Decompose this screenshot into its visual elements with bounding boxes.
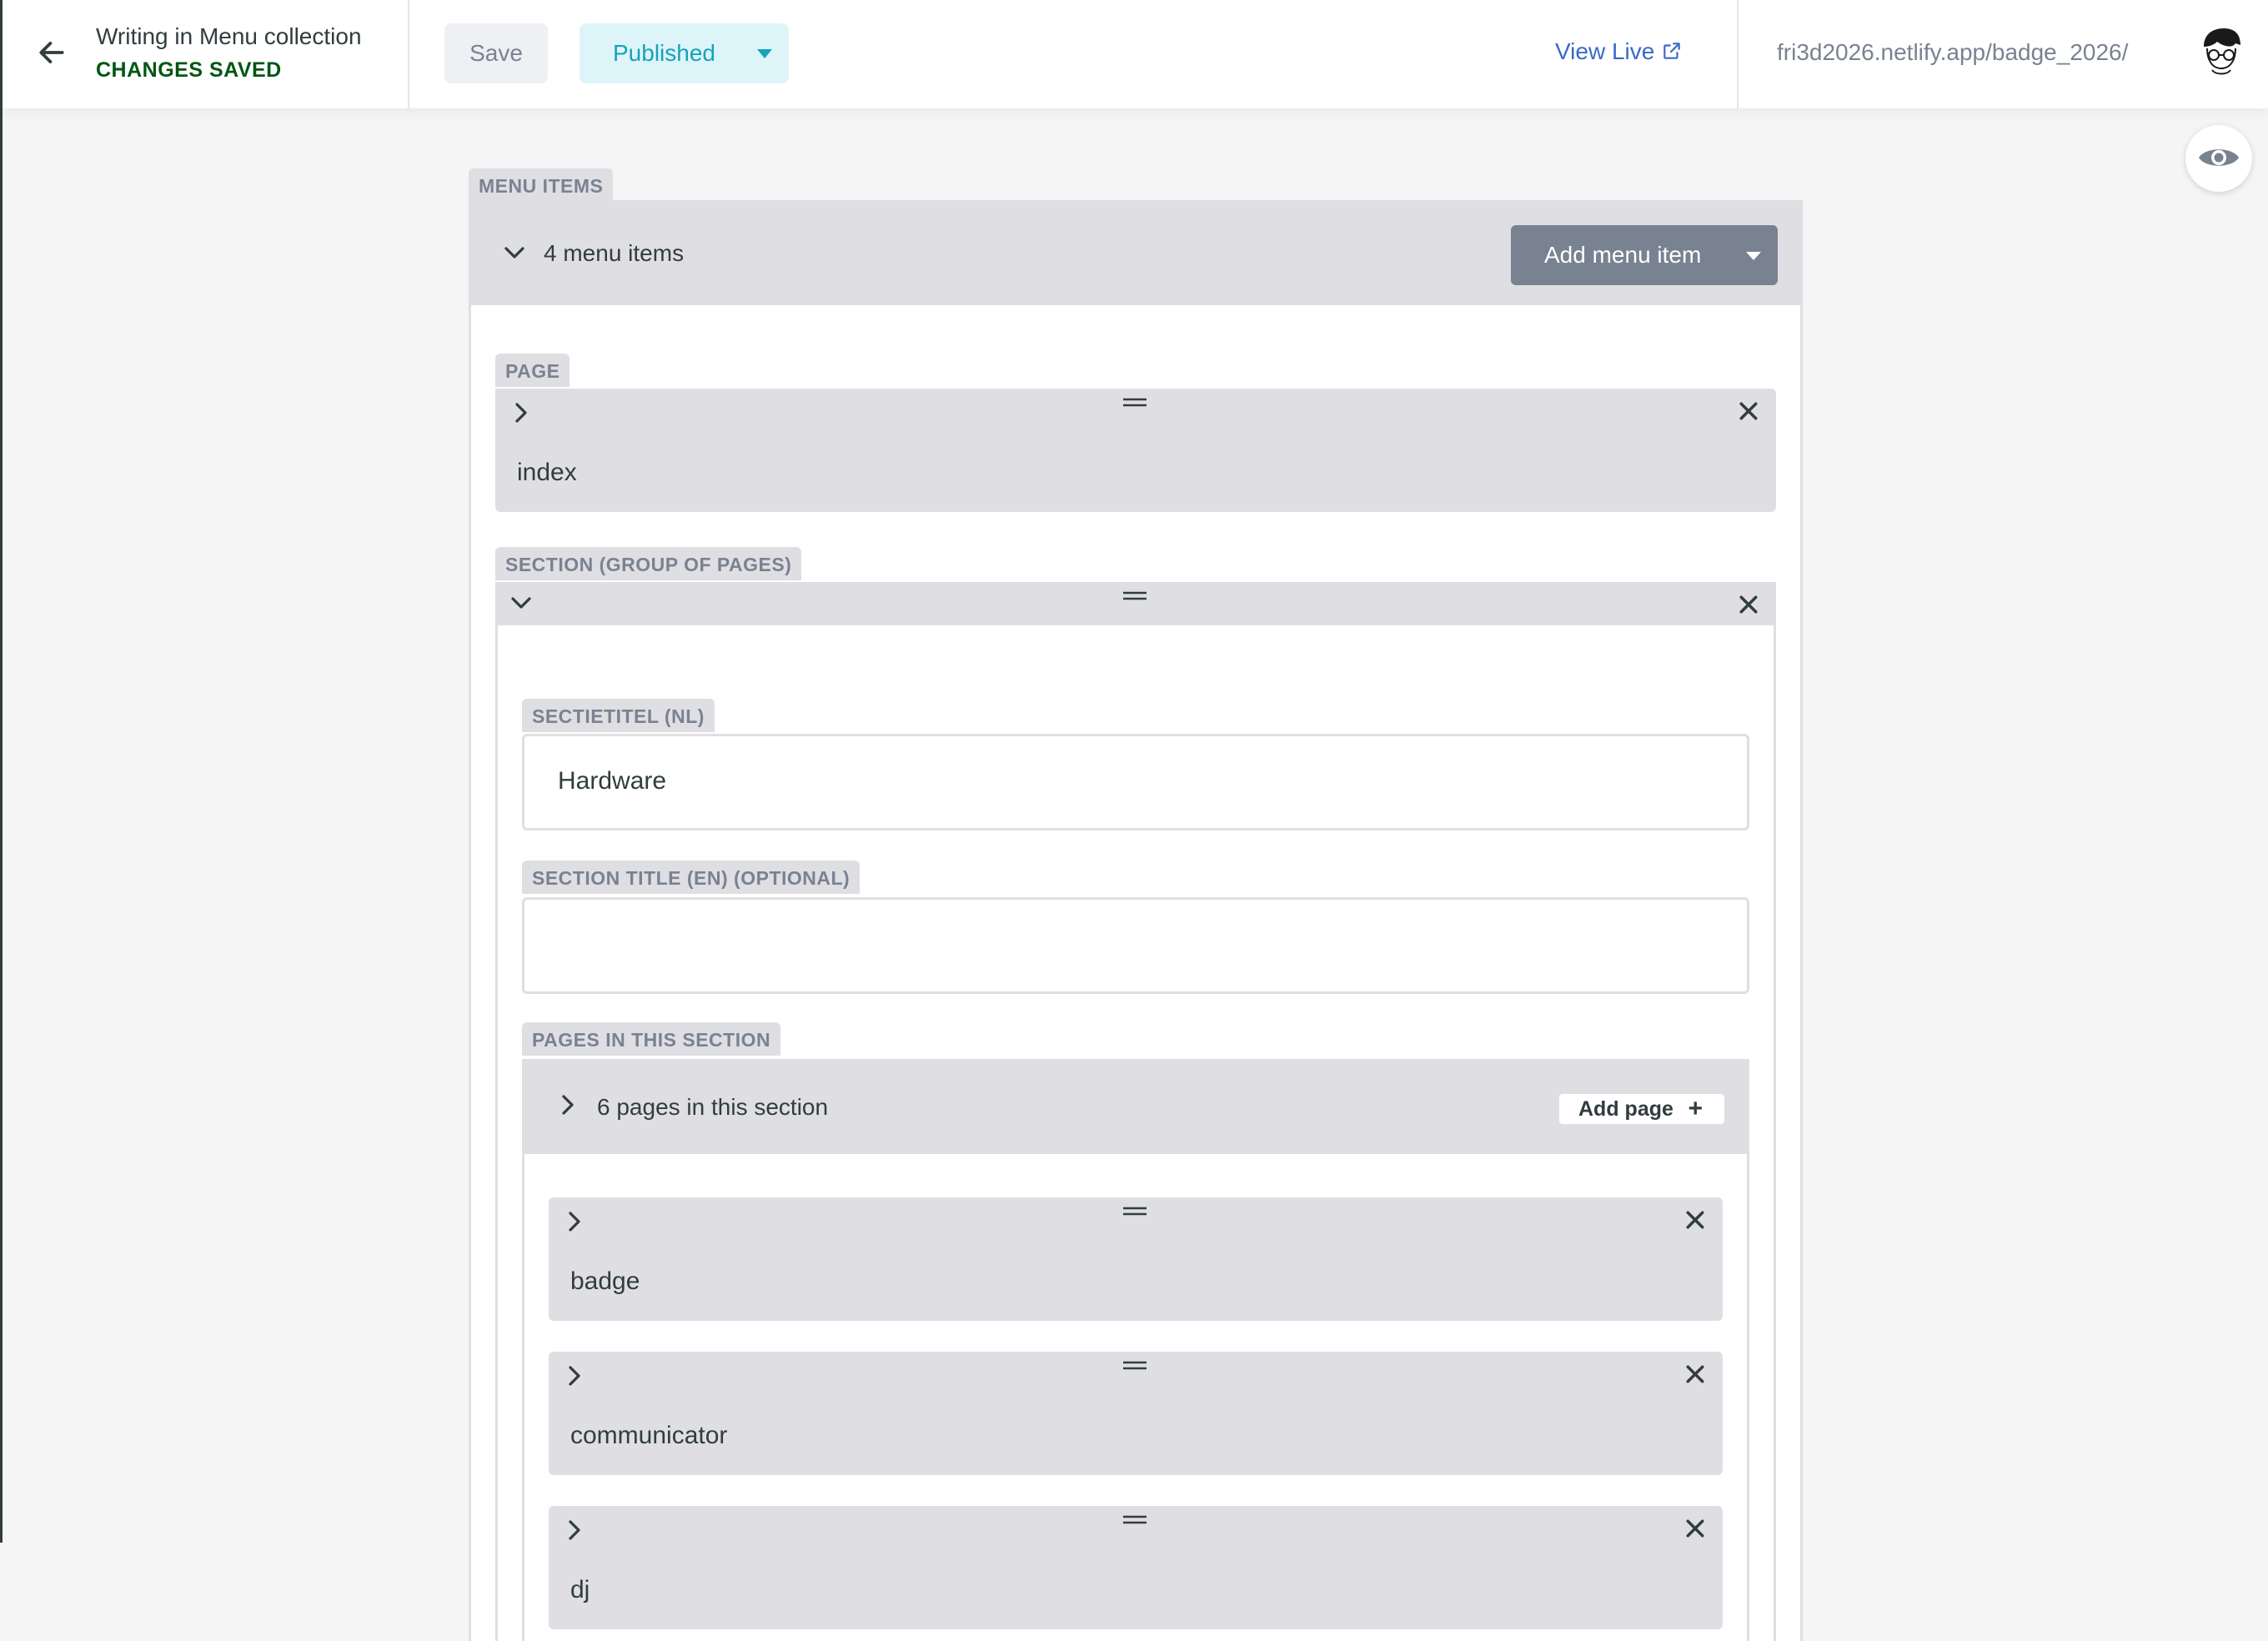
- section-page-item[interactable]: badge: [549, 1197, 1723, 1321]
- pages-in-section-label: PAGES IN THIS SECTION: [522, 1022, 781, 1056]
- menu-item-page[interactable]: index: [495, 389, 1776, 512]
- menu-items-label: MENU ITEMS: [469, 168, 614, 202]
- drag-handle-icon[interactable]: [1122, 1360, 1147, 1372]
- topbar-divider: [1737, 0, 1739, 108]
- avatar-icon[interactable]: [2199, 27, 2244, 77]
- section-title-en-input[interactable]: [522, 897, 1749, 994]
- add-menu-item-label: Add menu item: [1544, 242, 1702, 268]
- arrow-left-icon: [39, 42, 64, 63]
- chevron-down-icon[interactable]: [509, 590, 534, 615]
- save-button[interactable]: Save: [444, 23, 548, 83]
- toggle-preview-button[interactable]: [2185, 125, 2252, 192]
- caret-down-icon: [757, 49, 772, 58]
- menu-items-count: 4 menu items: [544, 240, 685, 266]
- close-icon[interactable]: [1736, 592, 1761, 617]
- page-item-name: communicator: [570, 1422, 728, 1449]
- eye-icon: [2199, 149, 2239, 166]
- window-edge: [0, 108, 3, 1543]
- section-page-item[interactable]: dj: [549, 1506, 1723, 1629]
- chevron-right-icon[interactable]: [509, 400, 534, 425]
- caret-down-icon: [1746, 252, 1761, 260]
- chevron-right-icon[interactable]: [562, 1363, 587, 1388]
- external-link-icon: [1663, 43, 1681, 59]
- menu-item-summary: index: [517, 459, 577, 486]
- add-page-button[interactable]: Add page +: [1559, 1094, 1724, 1124]
- view-live-link[interactable]: View Live: [1555, 38, 1683, 65]
- page-item-name: dj: [570, 1576, 590, 1603]
- drag-handle-icon[interactable]: [1122, 1514, 1147, 1526]
- plus-icon: +: [1688, 1095, 1703, 1122]
- publish-status-dropdown[interactable]: Published: [580, 23, 789, 83]
- section-page-item[interactable]: communicator: [549, 1352, 1723, 1475]
- save-status: CHANGES SAVED: [96, 58, 282, 82]
- section-title-en-label: SECTION TITLE (EN) (OPTIONAL): [522, 861, 861, 894]
- section-item-type-label: SECTION (GROUP OF PAGES): [495, 547, 802, 580]
- section-title-nl-input[interactable]: Hardware: [522, 734, 1749, 831]
- view-live-label: View Live: [1555, 38, 1655, 64]
- publish-status-label: Published: [613, 40, 715, 66]
- site-url[interactable]: fri3d2026.netlify.app/badge_2026/: [1777, 39, 2128, 66]
- page-item-type-label: PAGE: [495, 354, 570, 387]
- chevron-right-icon[interactable]: [562, 1209, 587, 1234]
- section-title-nl-label: SECTIETITEL (NL): [522, 699, 715, 732]
- close-icon[interactable]: [1683, 1516, 1708, 1541]
- pages-count: 6 pages in this section: [597, 1094, 829, 1120]
- close-icon[interactable]: [1683, 1207, 1708, 1232]
- chevron-right-icon[interactable]: [562, 1518, 587, 1543]
- close-icon[interactable]: [1683, 1362, 1708, 1387]
- chevron-down-icon[interactable]: [502, 240, 527, 265]
- section-item-topbar: [495, 582, 1776, 625]
- back-to-collection-link[interactable]: Writing in Menu collection CHANGES SAVED: [3, 0, 409, 108]
- add-menu-item-button[interactable]: Add menu item: [1511, 225, 1778, 285]
- editor-topbar: Writing in Menu collection CHANGES SAVED…: [0, 0, 2268, 108]
- chevron-right-icon[interactable]: [555, 1092, 580, 1117]
- drag-handle-icon[interactable]: [1122, 1206, 1147, 1217]
- add-page-label: Add page: [1578, 1097, 1673, 1121]
- drag-handle-icon[interactable]: [1122, 397, 1147, 409]
- page-item-name: badge: [570, 1267, 640, 1295]
- close-icon[interactable]: [1736, 399, 1761, 424]
- drag-handle-icon[interactable]: [1122, 590, 1147, 602]
- back-link-title: Writing in Menu collection: [96, 23, 362, 49]
